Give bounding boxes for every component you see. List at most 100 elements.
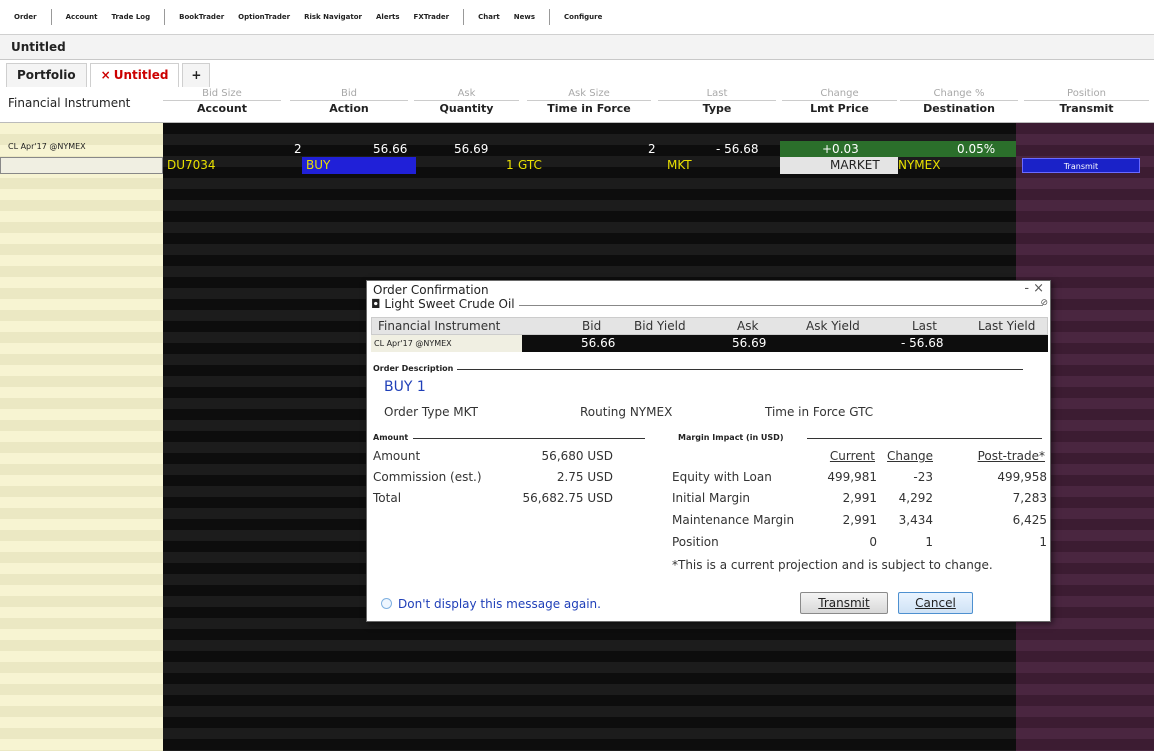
quote-header-last: Last xyxy=(912,319,937,333)
quantity-cell[interactable]: 1 xyxy=(506,157,514,174)
toolbar-optiontrader-button[interactable]: OptionTrader xyxy=(238,13,290,21)
column-header-lmt-price[interactable]: Change Lmt Price xyxy=(782,87,897,117)
tab-portfolio[interactable]: Portfolio xyxy=(6,63,87,87)
margin-current-value: 2,991 xyxy=(842,513,877,527)
dont-show-again-label[interactable]: Don't display this message again. xyxy=(398,597,601,611)
order-row-instrument-cell[interactable] xyxy=(0,157,163,174)
dialog-controls: - × xyxy=(1020,281,1044,296)
collapse-icon[interactable]: ◘ xyxy=(371,297,384,311)
close-tab-icon[interactable]: × xyxy=(101,68,111,82)
quote-row[interactable]: CL Apr'17 @NYMEX 2 56.66 56.69 2 - 56.68… xyxy=(0,141,1154,157)
toolbar-chart-button[interactable]: Chart xyxy=(478,13,500,21)
cancel-button-label: Cancel xyxy=(915,596,956,610)
toolbar-news-button[interactable]: News xyxy=(514,13,535,21)
dont-show-again-radio[interactable] xyxy=(381,598,392,609)
margin-current-value: 2,991 xyxy=(842,491,877,505)
change-percent-cell[interactable]: 0.05% xyxy=(957,141,995,157)
column-header-bottom: Quantity xyxy=(439,102,494,115)
column-header-top: Bid xyxy=(290,87,408,101)
quote-header-bid: Bid xyxy=(582,319,602,333)
toolbar-separator xyxy=(50,9,52,25)
bid-cell[interactable]: 56.66 xyxy=(373,141,407,157)
margin-row-label: Equity with Loan xyxy=(672,470,772,484)
ask-cell[interactable]: 56.69 xyxy=(454,141,488,157)
expand-icon[interactable]: ⊘ xyxy=(1040,298,1048,308)
financial-instrument-header[interactable]: Financial Instrument xyxy=(8,96,130,110)
order-type-text: Order Type MKT xyxy=(384,405,478,419)
margin-header-current[interactable]: Current xyxy=(819,449,875,463)
order-summary: BUY 1 xyxy=(384,379,426,395)
instrument-symbol[interactable]: CL Apr'17 @NYMEX xyxy=(8,142,86,151)
toolbar-separator xyxy=(549,9,551,25)
toolbar-alerts-button[interactable]: Alerts xyxy=(376,13,400,21)
margin-post-trade-value: 6,425 xyxy=(1012,513,1047,527)
quote-data-row: CL Apr'17 @NYMEX 56.66 56.69 - 56.68 xyxy=(371,335,1048,352)
margin-post-trade-value: 1 xyxy=(1039,535,1047,549)
column-header-top: Change xyxy=(782,87,897,101)
column-header-bottom: Time in Force xyxy=(547,102,631,115)
margin-change-value: 1 xyxy=(925,535,933,549)
quote-header-ask: Ask xyxy=(737,319,759,333)
margin-current-value: 499,981 xyxy=(827,470,877,484)
instrument-group-label: Light Sweet Crude Oil xyxy=(384,297,515,311)
add-tab-button[interactable]: + xyxy=(182,63,211,87)
minimize-icon[interactable]: - xyxy=(1024,281,1029,296)
bid-size-cell[interactable]: 2 xyxy=(294,141,302,157)
margin-post-trade-value: 499,958 xyxy=(997,470,1047,484)
row-transmit-button[interactable]: Transmit xyxy=(1022,158,1140,173)
column-header-bottom: Lmt Price xyxy=(810,102,869,115)
order-type-cell[interactable]: MKT xyxy=(667,157,692,174)
window-title: Untitled xyxy=(11,40,66,54)
toolbar-order-button[interactable]: Order xyxy=(14,13,37,21)
transmit-button[interactable]: Transmit xyxy=(800,592,888,614)
toolbar-configure-button[interactable]: Configure xyxy=(564,13,602,21)
tab-untitled[interactable]: × Untitled xyxy=(89,63,180,87)
column-header-type[interactable]: Last Type xyxy=(658,87,776,117)
toolbar-separator xyxy=(463,9,465,25)
column-header-time-in-force[interactable]: Ask Size Time in Force xyxy=(527,87,651,117)
tab-portfolio-label: Portfolio xyxy=(17,68,76,82)
margin-header-change[interactable]: Change xyxy=(883,449,933,463)
margin-header-post-trade[interactable]: Post-trade* xyxy=(949,449,1045,463)
column-header-quantity[interactable]: Ask Quantity xyxy=(414,87,519,117)
toolbar-fxtrader-button[interactable]: FXTrader xyxy=(414,13,450,21)
column-header-bottom: Transmit xyxy=(1059,102,1114,115)
margin-section-title: Margin Impact (in USD) xyxy=(678,433,788,442)
destination-cell[interactable]: NYMEX xyxy=(898,157,940,174)
column-header-transmit[interactable]: Position Transmit xyxy=(1024,87,1149,117)
toolbar-booktrader-button[interactable]: BookTrader xyxy=(179,13,224,21)
toolbar-account-button[interactable]: Account xyxy=(66,13,98,21)
quote-header-ask-yield: Ask Yield xyxy=(806,319,860,333)
tab-bar: Portfolio × Untitled + xyxy=(0,60,1154,87)
close-icon[interactable]: × xyxy=(1033,281,1044,296)
last-cell[interactable]: - 56.68 xyxy=(716,141,759,157)
ask-size-cell[interactable]: 2 xyxy=(648,141,656,157)
amount-section-title: Amount xyxy=(373,433,413,442)
commission-label: Commission (est.) xyxy=(373,470,482,484)
quote-header-bid-yield: Bid Yield xyxy=(634,319,686,333)
column-header-destination[interactable]: Change % Destination xyxy=(900,87,1018,117)
lmt-price-cell[interactable]: MARKET xyxy=(830,157,880,174)
amount-label: Amount xyxy=(373,449,421,463)
window-title-bar: Untitled xyxy=(0,34,1154,60)
dont-show-again-option[interactable]: Don't display this message again. xyxy=(381,597,601,611)
account-cell[interactable]: DU7034 xyxy=(167,157,216,174)
toolbar-separator xyxy=(164,9,166,25)
order-description-label: Order Description xyxy=(373,364,458,373)
change-cell[interactable]: +0.03 xyxy=(822,141,859,157)
column-header-action[interactable]: Bid Action xyxy=(290,87,408,117)
dialog-ask-value: 56.69 xyxy=(732,336,767,350)
cancel-button[interactable]: Cancel xyxy=(898,592,973,614)
section-divider xyxy=(807,438,1042,439)
instrument-group-title[interactable]: ◘ Light Sweet Crude Oil xyxy=(371,297,519,311)
tif-cell[interactable]: GTC xyxy=(518,157,542,174)
action-cell[interactable]: BUY xyxy=(306,157,330,174)
toolbar-risk-navigator-button[interactable]: Risk Navigator xyxy=(304,13,362,21)
margin-change-value: 3,434 xyxy=(898,513,933,527)
quote-header-last-yield: Last Yield xyxy=(978,319,1036,333)
instrument-column xyxy=(0,123,163,751)
column-header-account[interactable]: Bid Size Account xyxy=(163,87,281,117)
transmit-button-label: Transmit xyxy=(818,596,870,610)
order-row[interactable]: DU7034 BUY 1 GTC MKT MARKET NYMEX Transm… xyxy=(0,157,1154,174)
toolbar-trade-log-button[interactable]: Trade Log xyxy=(111,13,150,21)
